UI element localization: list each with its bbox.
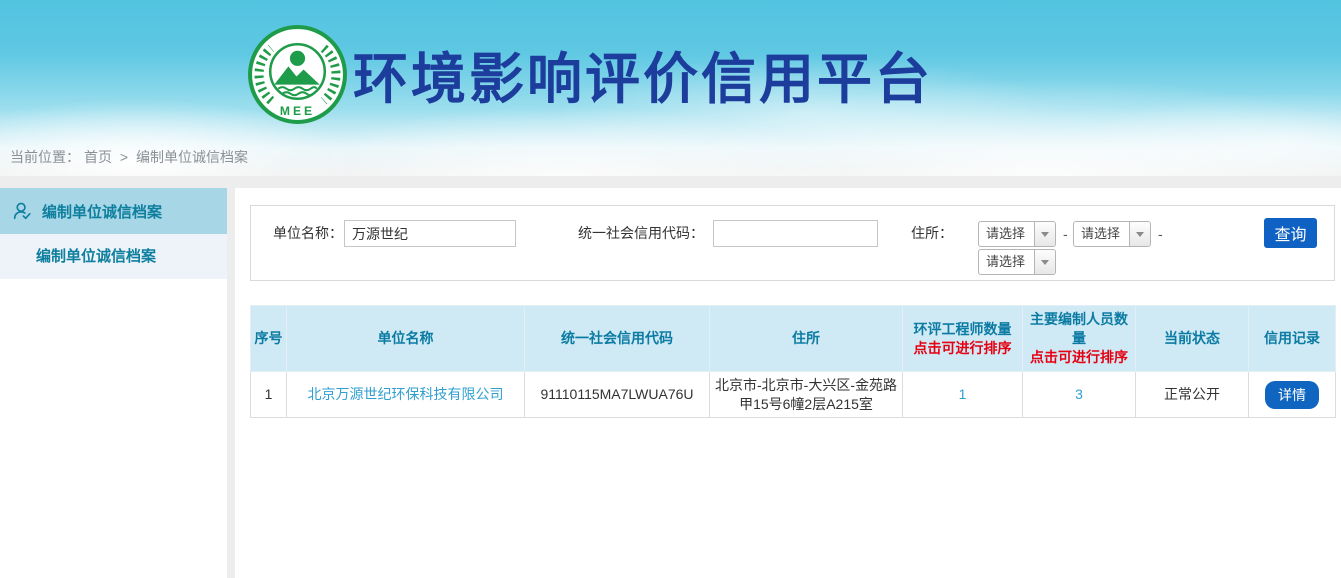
engineer-count-link[interactable]: 1: [959, 386, 967, 402]
header-banner: MEE 环境影响评价信用平台 当前位置：首页 > 编制单位诚信档案: [0, 0, 1341, 176]
address-province-value: 请选择: [979, 222, 1034, 246]
breadcrumb-current: 编制单位诚信档案: [136, 149, 248, 165]
chevron-down-icon: [1136, 232, 1144, 237]
address-district-select[interactable]: 请选择: [978, 249, 1056, 275]
search-panel: 单位名称： 统一社会信用代码： 住所： 请选择 - 请选择 - 请选择: [250, 205, 1335, 281]
sidebar-item-label: 编制单位诚信档案: [42, 201, 162, 222]
mee-logo-icon: MEE: [247, 24, 348, 125]
city-dropdown-button[interactable]: [1129, 222, 1150, 246]
district-dropdown-button[interactable]: [1034, 250, 1055, 274]
sidebar: 编制单位诚信档案 编制单位诚信档案: [0, 188, 227, 578]
credit-code-input[interactable]: [713, 220, 878, 247]
site-title: 环境影响评价信用平台: [353, 34, 933, 114]
breadcrumb-separator: >: [120, 149, 128, 165]
cell-index: 1: [251, 372, 287, 418]
col-header-address: 住所: [710, 306, 903, 372]
col-header-status: 当前状态: [1136, 306, 1249, 372]
chevron-down-icon: [1041, 232, 1049, 237]
unit-name-input[interactable]: [344, 220, 516, 247]
col-header-staff-count[interactable]: 主要编制人员数量 点击可进行排序: [1023, 306, 1136, 372]
breadcrumb-prefix: 当前位置：: [10, 149, 80, 165]
col-header-unit-name: 单位名称: [287, 306, 525, 372]
address-province-select[interactable]: 请选择: [978, 221, 1056, 247]
staff-count-link[interactable]: 3: [1075, 386, 1083, 402]
address-label: 住所：: [911, 220, 953, 247]
address-city-value: 请选择: [1074, 222, 1129, 246]
address-dash-1: -: [1063, 221, 1068, 248]
engineer-count-title: 环评工程师数量: [905, 320, 1020, 339]
results-table: 序号 单位名称 统一社会信用代码 住所 环评工程师数量 点击可进行排序 主要编制…: [250, 305, 1336, 418]
cell-status: 正常公开: [1136, 372, 1249, 418]
mee-logo-text: MEE: [280, 104, 315, 118]
user-check-icon: [11, 200, 33, 222]
staff-count-sort-hint[interactable]: 点击可进行排序: [1025, 348, 1133, 367]
page: MEE 环境影响评价信用平台 当前位置：首页 > 编制单位诚信档案 编制单位诚信…: [0, 0, 1341, 578]
content-area: 编制单位诚信档案 编制单位诚信档案 单位名称： 统一社会信用代码： 住所： 请选…: [0, 176, 1341, 578]
cell-address: 北京市-北京市-大兴区-金苑路甲15号6幢2层A215室: [710, 372, 903, 418]
detail-button[interactable]: 详情: [1265, 381, 1319, 409]
sidebar-subitem-credit-archive[interactable]: 编制单位诚信档案: [0, 234, 227, 279]
address-dash-2: -: [1158, 221, 1163, 248]
breadcrumb-home-link[interactable]: 首页: [84, 149, 112, 165]
col-header-engineer-count[interactable]: 环评工程师数量 点击可进行排序: [903, 306, 1023, 372]
engineer-count-sort-hint[interactable]: 点击可进行排序: [905, 339, 1020, 358]
cell-credit-code: 91110115MA7LWUA76U: [525, 372, 710, 418]
main-panel: 单位名称： 统一社会信用代码： 住所： 请选择 - 请选择 - 请选择: [235, 188, 1341, 578]
col-header-credit-record: 信用记录: [1249, 306, 1336, 372]
staff-count-title: 主要编制人员数量: [1025, 310, 1133, 348]
unit-name-label: 单位名称：: [273, 220, 343, 247]
table-header-row: 序号 单位名称 统一社会信用代码 住所 环评工程师数量 点击可进行排序 主要编制…: [251, 306, 1336, 372]
address-city-select[interactable]: 请选择: [1073, 221, 1151, 247]
address-district-value: 请选择: [979, 250, 1034, 274]
province-dropdown-button[interactable]: [1034, 222, 1055, 246]
col-header-index: 序号: [251, 306, 287, 372]
unit-name-link[interactable]: 北京万源世纪环保科技有限公司: [308, 386, 504, 402]
query-button[interactable]: 查询: [1264, 218, 1317, 248]
sidebar-item-credit-archive[interactable]: 编制单位诚信档案: [0, 188, 227, 234]
breadcrumb: 当前位置：首页 > 编制单位诚信档案: [10, 147, 252, 167]
table-row: 1 北京万源世纪环保科技有限公司 91110115MA7LWUA76U 北京市-…: [251, 372, 1336, 418]
col-header-credit-code: 统一社会信用代码: [525, 306, 710, 372]
chevron-down-icon: [1041, 260, 1049, 265]
credit-code-label: 统一社会信用代码：: [578, 220, 704, 247]
